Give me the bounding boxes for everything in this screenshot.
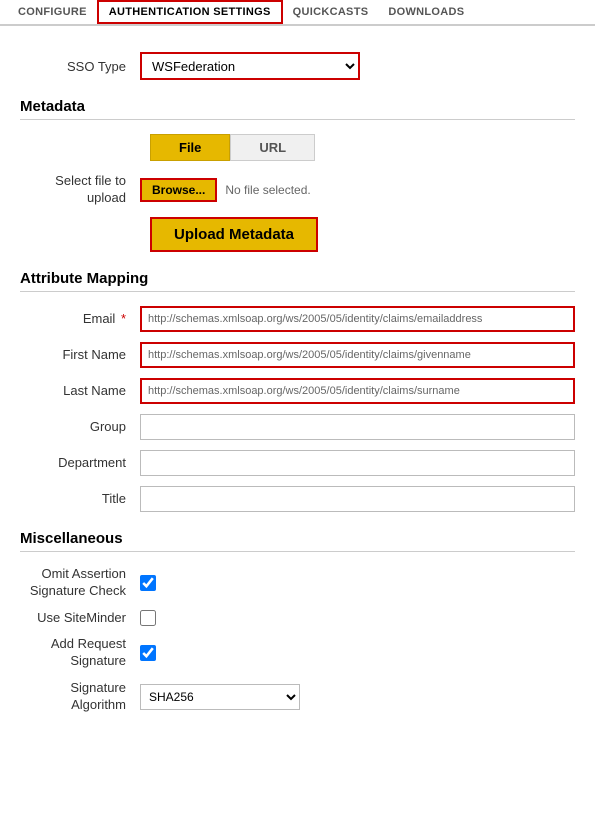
add-request-signature-row: Add Request Signature — [20, 636, 575, 670]
sso-type-row: SSO Type WSFederation SAML2 OpenID Conne… — [20, 52, 575, 80]
email-required: * — [117, 311, 126, 326]
email-row: Email * — [20, 306, 575, 332]
last-name-input[interactable] — [140, 378, 575, 404]
file-url-toggle: File URL — [150, 134, 575, 161]
main-content: SSO Type WSFederation SAML2 OpenID Conne… — [0, 26, 595, 740]
browse-row: Select file to upload Browse... No file … — [20, 173, 575, 207]
sso-type-label: SSO Type — [20, 59, 140, 74]
omit-assertion-label: Omit Assertion Signature Check — [20, 566, 140, 600]
sso-type-select[interactable]: WSFederation SAML2 OpenID Connect — [140, 52, 360, 80]
title-input[interactable] — [140, 486, 575, 512]
department-input[interactable] — [140, 450, 575, 476]
browse-label: Select file to upload — [20, 173, 140, 207]
last-name-row: Last Name — [20, 378, 575, 404]
upload-metadata-button[interactable]: Upload Metadata — [150, 217, 318, 252]
first-name-row: First Name — [20, 342, 575, 368]
title-label: Title — [20, 491, 140, 506]
signature-algorithm-row: Signature Algorithm SHA256 SHA1 SHA384 S… — [20, 680, 575, 714]
miscellaneous-section-header: Miscellaneous — [20, 530, 575, 552]
no-file-text: No file selected. — [225, 183, 310, 197]
url-toggle-button[interactable]: URL — [230, 134, 315, 161]
group-row: Group — [20, 414, 575, 440]
nav-authentication-settings[interactable]: AUTHENTICATION SETTINGS — [97, 0, 283, 24]
department-row: Department — [20, 450, 575, 476]
email-label: Email * — [20, 311, 140, 326]
omit-assertion-checkbox[interactable] — [140, 575, 156, 591]
file-toggle-button[interactable]: File — [150, 134, 230, 161]
browse-button[interactable]: Browse... — [140, 178, 217, 202]
group-label: Group — [20, 419, 140, 434]
add-request-signature-label: Add Request Signature — [20, 636, 140, 670]
signature-algorithm-label: Signature Algorithm — [20, 680, 140, 714]
department-label: Department — [20, 455, 140, 470]
attribute-mapping-section-header: Attribute Mapping — [20, 270, 575, 292]
nav-quickcasts[interactable]: QUICKCASTS — [283, 2, 379, 22]
add-request-signature-checkbox[interactable] — [140, 645, 156, 661]
metadata-section-header: Metadata — [20, 98, 575, 120]
nav-downloads[interactable]: DOWNLOADS — [378, 2, 474, 22]
use-siteminder-checkbox[interactable] — [140, 610, 156, 626]
nav-configure[interactable]: CONFIGURE — [8, 2, 97, 22]
omit-assertion-row: Omit Assertion Signature Check — [20, 566, 575, 600]
last-name-label: Last Name — [20, 383, 140, 398]
use-siteminder-row: Use SiteMinder — [20, 610, 575, 627]
upload-row: Upload Metadata — [150, 217, 575, 252]
group-input[interactable] — [140, 414, 575, 440]
top-navigation: CONFIGURE AUTHENTICATION SETTINGS QUICKC… — [0, 0, 595, 26]
signature-algorithm-select[interactable]: SHA256 SHA1 SHA384 SHA512 — [140, 684, 300, 710]
title-row: Title — [20, 486, 575, 512]
first-name-input[interactable] — [140, 342, 575, 368]
use-siteminder-label: Use SiteMinder — [20, 610, 140, 627]
email-input[interactable] — [140, 306, 575, 332]
first-name-label: First Name — [20, 347, 140, 362]
